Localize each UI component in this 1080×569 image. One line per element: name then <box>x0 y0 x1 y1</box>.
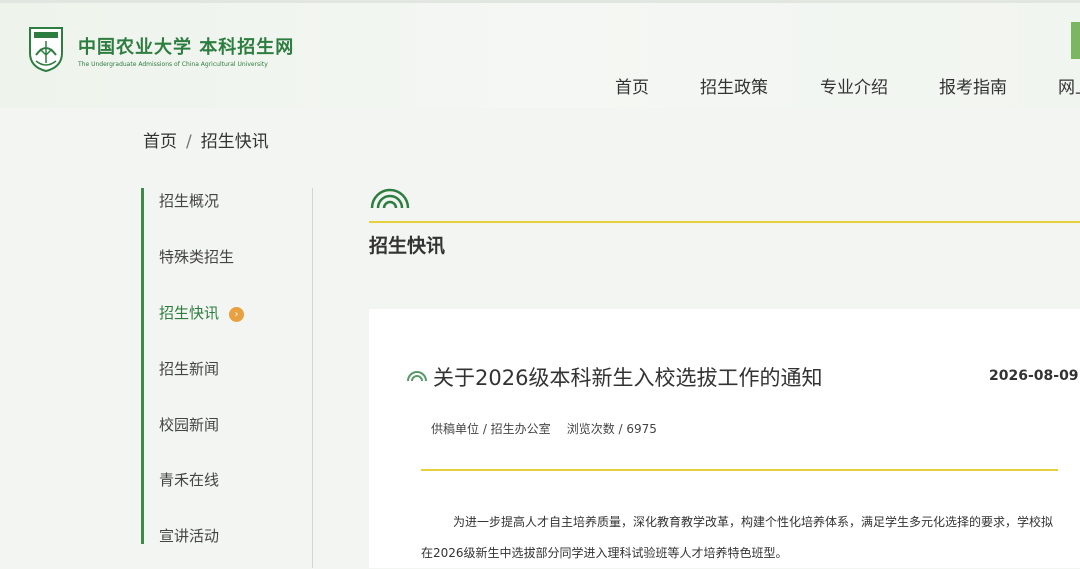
article-source: 供稿单位 / 招生办公室 <box>431 422 551 436</box>
sidebar-accent-line <box>141 188 144 544</box>
sidebar-item-events[interactable]: 宣讲活动 <box>159 525 219 546</box>
nav-item-guide[interactable]: 报考指南 <box>939 73 1007 98</box>
sidebar-item-admission-news[interactable]: 招生新闻 <box>159 358 219 379</box>
site-name[interactable]: 中国农业大学 本科招生网 <box>78 33 294 59</box>
breadcrumb-current[interactable]: 招生快讯 <box>201 132 269 152</box>
article-card: 关于2026级本科新生入校选拔工作的通知 2026-08-09 供稿单位 / 招… <box>369 309 1080 568</box>
breadcrumb: 首页 / 招生快讯 <box>143 127 269 152</box>
article-divider <box>421 469 1058 471</box>
nav-item-policy[interactable]: 招生政策 <box>700 73 768 98</box>
sidebar-item-overview[interactable]: 招生概况 <box>159 190 219 211</box>
nav-item-home[interactable]: 首页 <box>615 73 649 98</box>
sidebar-item-label: 招生快讯 <box>159 304 220 322</box>
section-title: 招生快讯 <box>369 235 446 257</box>
sidebar-item-news-flash[interactable]: 招生快讯 › <box>159 302 245 323</box>
sidebar-item-special-admission[interactable]: 特殊类招生 <box>159 246 234 267</box>
section-divider <box>369 221 1080 223</box>
article-date: 2026-08-09 <box>989 368 1079 384</box>
sidebar-item-qinghe-online[interactable]: 青禾在线 <box>159 469 219 490</box>
article-body: 为进一步提高人才自主培养质量，深化教育教学改革，构建个性化培养体系，满足学生多元… <box>421 515 1054 560</box>
university-emblem-icon[interactable] <box>26 25 66 73</box>
rainbow-arc-icon <box>407 371 427 382</box>
nav-item-online[interactable]: 网上 <box>1058 73 1080 98</box>
sidebar-item-campus-news[interactable]: 校园新闻 <box>159 414 219 435</box>
active-arrow-icon: › <box>229 307 245 322</box>
breadcrumb-home[interactable]: 首页 <box>143 132 177 152</box>
article-views: 浏览次数 / 6975 <box>566 422 657 436</box>
nav-item-majors[interactable]: 专业介绍 <box>820 73 888 98</box>
rainbow-arc-icon <box>370 188 410 209</box>
site-header: 中国农业大学 本科招生网 The Undergraduate Admission… <box>0 0 1080 108</box>
article-meta: 供稿单位 / 招生办公室 浏览次数 / 6975 <box>431 420 657 437</box>
site-subtitle: The Undergraduate Admissions of China Ag… <box>78 61 268 68</box>
article-title[interactable]: 关于2026级本科新生入校选拔工作的通知 <box>433 362 822 392</box>
breadcrumb-separator: / <box>186 132 192 152</box>
sidebar: 招生概况 特殊类招生 招生快讯 › 招生新闻 校园新闻 青禾在线 宣讲活动 <box>141 188 315 568</box>
header-accent-tab[interactable] <box>1071 22 1080 59</box>
sidebar-divider <box>312 188 313 568</box>
